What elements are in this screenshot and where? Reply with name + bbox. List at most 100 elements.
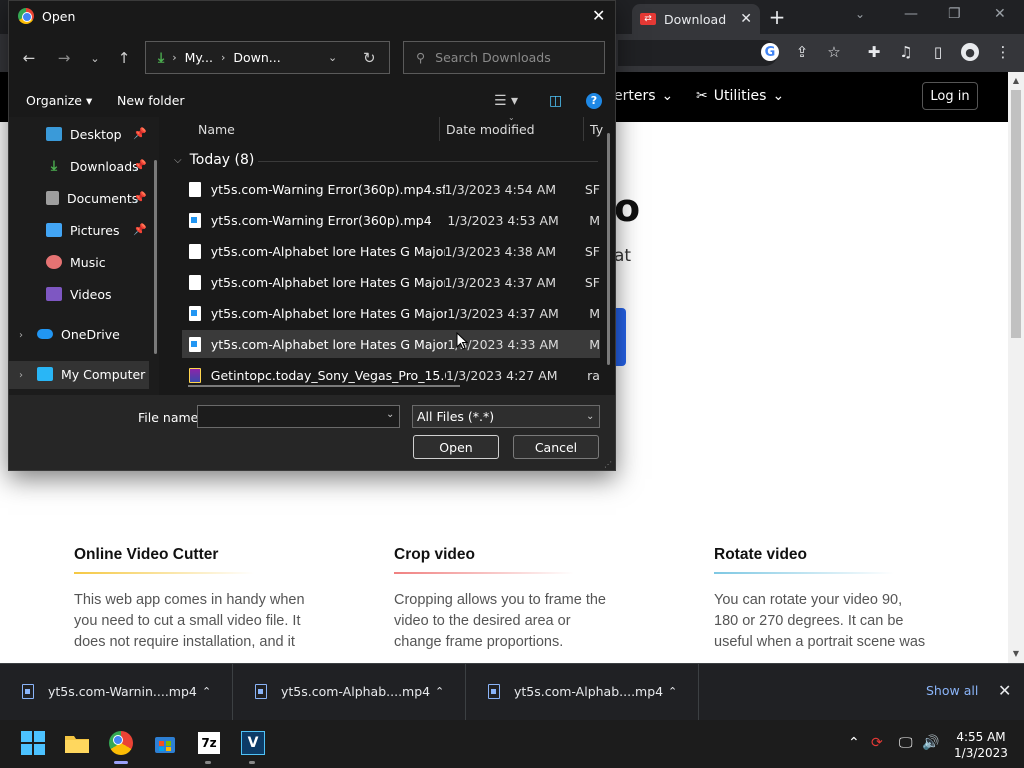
file-name-input[interactable] [198, 406, 378, 427]
windows-start-icon[interactable] [18, 728, 48, 758]
media-control-icon[interactable]: ♫ [895, 41, 917, 63]
microsoft-store-icon[interactable] [150, 728, 180, 758]
search-input[interactable] [435, 50, 586, 65]
column-divider[interactable] [583, 117, 584, 141]
cancel-button[interactable]: Cancel [513, 435, 599, 459]
column-divider[interactable] [439, 117, 440, 141]
back-arrow-icon[interactable]: ← [18, 47, 40, 69]
nav-item-onedrive[interactable]: OneDrive [37, 321, 120, 347]
file-row[interactable]: yt5s.com-Warning Error(360p).mp4 1/3/202… [182, 206, 600, 234]
file-row[interactable]: yt5s.com-Alphabet lore Hates G Major 91.… [182, 299, 600, 327]
feature-description: You can rotate your video 90, 180 or 270… [714, 592, 926, 650]
nav-pane-scrollbar[interactable] [154, 160, 157, 354]
close-window-button[interactable]: ✕ [994, 6, 1006, 22]
side-panel-icon[interactable]: ▯ [927, 41, 949, 63]
login-button[interactable]: Log in [922, 82, 978, 110]
download-item[interactable]: yt5s.com-Warnin....mp4 ⌃ [0, 663, 233, 720]
recent-locations-chevron-icon[interactable]: ⌄ [84, 47, 106, 69]
minimize-button[interactable]: — [904, 6, 918, 22]
group-header-today[interactable]: ⌵ Today (8) [174, 152, 254, 168]
file-type-filter-select[interactable]: All Files (*.*) ⌄ [412, 405, 600, 428]
up-arrow-icon[interactable]: ↑ [113, 47, 135, 69]
bookmark-star-icon[interactable]: ☆ [823, 41, 845, 63]
chrome-icon[interactable] [106, 728, 136, 758]
nav-item-videos[interactable]: Videos [46, 281, 112, 307]
file-explorer-icon[interactable] [62, 728, 92, 758]
nav-item-documents[interactable]: Documents [46, 185, 138, 211]
scroll-up-icon[interactable]: ▲ [1008, 74, 1024, 88]
column-header-name[interactable]: Name [198, 122, 235, 137]
help-icon[interactable]: ? [586, 93, 602, 109]
profile-avatar-icon[interactable]: ● [961, 43, 979, 61]
download-item[interactable]: yt5s.com-Alphab....mp4 ⌃ [466, 663, 699, 720]
share-icon[interactable]: ⇪ [791, 41, 813, 63]
pin-icon[interactable]: 📌 [133, 223, 147, 236]
taskbar-clock[interactable]: 4:55 AM 1/3/2023 [948, 729, 1014, 761]
file-list-vertical-scrollbar[interactable] [607, 133, 610, 365]
file-row[interactable]: yt5s.com-Alphabet lore Hates G Major 91.… [182, 268, 600, 296]
nav-item-downloads[interactable]: ⤓ Downloads [46, 153, 139, 179]
column-header-date-modified[interactable]: Date modified [446, 122, 535, 137]
file-list-horizontal-scrollbar[interactable] [188, 385, 460, 387]
new-folder-button[interactable]: New folder [117, 93, 185, 108]
file-row[interactable]: yt5s.com-Alphabet lore Hates G Major 91.… [182, 237, 600, 265]
restore-button[interactable]: ❐ [948, 6, 961, 22]
organize-menu-button[interactable]: Organize ▾ [26, 93, 92, 108]
resize-grip-icon[interactable]: ⋰ [604, 460, 612, 469]
pin-icon[interactable]: 📌 [133, 159, 147, 172]
address-bar[interactable] [618, 40, 778, 66]
chevron-up-icon[interactable]: ⌃ [202, 685, 211, 698]
nav-item-music[interactable]: Music [46, 249, 106, 275]
dialog-titlebar[interactable]: Open [8, 0, 616, 32]
download-item[interactable]: yt5s.com-Alphab....mp4 ⌃ [233, 663, 466, 720]
extensions-puzzle-icon[interactable]: ✚ [863, 41, 885, 63]
refresh-icon[interactable]: ↻ [363, 49, 376, 67]
feature-title[interactable]: Crop video [394, 546, 634, 564]
breadcrumb-my-computer[interactable]: My... [185, 50, 213, 65]
breadcrumb-downloads[interactable]: Down... [233, 50, 280, 65]
file-row-hovered[interactable]: yt5s.com-Alphabet lore Hates G Major 91.… [182, 330, 600, 358]
preview-pane-icon[interactable]: ◫ [549, 93, 562, 109]
pin-icon[interactable]: 📌 [133, 191, 147, 204]
nav-item-desktop[interactable]: Desktop [46, 121, 122, 147]
file-row[interactable]: yt5s.com-Warning Error(360p).mp4.sfk 1/3… [182, 175, 600, 203]
column-header-type[interactable]: Ty [590, 122, 603, 137]
tab-search-icon[interactable]: ⌄ [855, 7, 865, 21]
nav-converters[interactable]: erters ⌄ [614, 88, 673, 104]
close-downloads-bar-icon[interactable]: ✕ [998, 681, 1011, 700]
nav-utilities[interactable]: ✂ Utilities ⌄ [696, 88, 784, 104]
expand-chevron-icon[interactable]: › [19, 370, 23, 381]
browser-tab-download[interactable]: ⇄ Download ✕ [632, 4, 760, 34]
file-name-combobox[interactable] [197, 405, 400, 428]
open-button[interactable]: Open [413, 435, 499, 459]
feature-title[interactable]: Online Video Cutter [74, 546, 314, 564]
update-icon[interactable]: ⟳ [871, 735, 883, 751]
file-row[interactable]: Getintopc.today_Sony_Vegas_Pro_15.0.0...… [182, 361, 600, 384]
forward-arrow-icon[interactable]: → [53, 47, 75, 69]
expand-chevron-icon[interactable]: › [19, 330, 23, 341]
address-history-chevron-icon[interactable]: ⌄ [328, 51, 337, 64]
pin-icon[interactable]: 📌 [133, 127, 147, 140]
seven-zip-icon[interactable]: 7z [194, 728, 224, 758]
nav-item-pictures[interactable]: Pictures [46, 217, 120, 243]
nav-item-my-computer[interactable]: My Computer [37, 361, 145, 387]
scroll-down-icon[interactable]: ▼ [1008, 647, 1024, 661]
menu-kebab-icon[interactable]: ⋮ [992, 41, 1014, 63]
page-scrollbar-thumb[interactable] [1011, 90, 1021, 338]
show-all-downloads-link[interactable]: Show all [926, 683, 978, 698]
feature-title[interactable]: Rotate video [714, 546, 954, 564]
dialog-search-box[interactable]: ⚲ [403, 41, 605, 74]
dialog-address-bar[interactable]: ⤓ › My... › Down... ⌄ ↻ [145, 41, 390, 74]
dialog-close-icon[interactable]: ✕ [592, 6, 605, 25]
network-icon[interactable]: 🖵 [899, 735, 913, 751]
volume-icon[interactable]: 🔊 [922, 735, 939, 751]
google-lens-icon[interactable]: G [761, 43, 779, 61]
new-tab-button[interactable]: + [766, 6, 788, 28]
chevron-up-icon[interactable]: ⌃ [668, 685, 677, 698]
tab-close-icon[interactable]: ✕ [740, 11, 752, 27]
chevron-up-icon[interactable]: ⌃ [435, 685, 444, 698]
vegas-pro-icon[interactable]: V [238, 728, 268, 758]
file-name-dropdown-chevron-icon[interactable]: ⌄ [386, 409, 394, 420]
change-view-icon[interactable]: ☰ ▾ [494, 93, 518, 109]
tray-overflow-chevron-icon[interactable]: ⌃ [848, 735, 860, 751]
